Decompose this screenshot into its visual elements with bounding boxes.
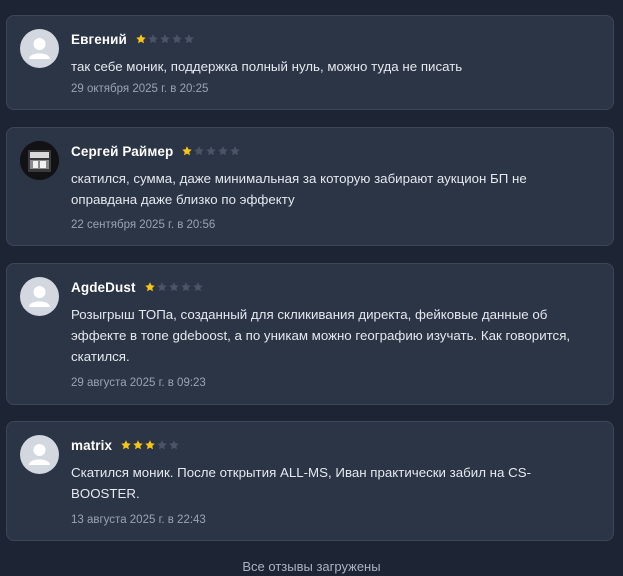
star-empty-icon <box>156 281 168 293</box>
review-card: Евгений так себе моник, поддержка полный… <box>6 15 614 110</box>
star-filled-icon <box>132 439 144 451</box>
star-empty-icon <box>193 145 205 157</box>
star-empty-icon <box>205 145 217 157</box>
all-reviews-loaded-label: Все отзывы загружены <box>242 559 381 574</box>
star-empty-icon <box>168 439 180 451</box>
star-empty-icon <box>168 281 180 293</box>
star-empty-icon <box>159 33 171 45</box>
review-author: Сергей Раймер <box>71 143 174 159</box>
avatar <box>20 29 59 68</box>
review-text: так себе моник, поддержка полный нуль, м… <box>71 59 463 74</box>
rating-stars <box>120 439 180 451</box>
review-date: 22 сентября 2025 г. в 20:56 <box>71 219 216 231</box>
review-card: matrix Скатился моник. После открытия AL… <box>6 421 614 541</box>
review-text: Скатился моник. После открытия ALL-MS, И… <box>71 465 532 501</box>
star-filled-icon <box>144 281 156 293</box>
reviews-list: Евгений так себе моник, поддержка полный… <box>0 0 623 576</box>
user-icon <box>29 286 50 307</box>
review-card: AgdeDust Розыгрыш ТОПа, созданный для ск… <box>6 263 614 405</box>
star-empty-icon <box>180 281 192 293</box>
star-empty-icon <box>156 439 168 451</box>
rating-stars <box>135 33 195 45</box>
review-text: скатился, сумма, даже минимальная за кот… <box>71 171 527 207</box>
rating-stars <box>181 145 241 157</box>
review-author: Евгений <box>71 31 127 47</box>
review-card: Сергей Раймер скатился, сумма, даже мини… <box>6 127 614 246</box>
star-filled-icon <box>181 145 193 157</box>
avatar <box>20 277 59 316</box>
star-empty-icon <box>171 33 183 45</box>
star-empty-icon <box>147 33 159 45</box>
star-empty-icon <box>229 145 241 157</box>
star-empty-icon <box>192 281 204 293</box>
user-icon <box>29 38 50 59</box>
review-date: 29 августа 2025 г. в 09:23 <box>71 377 206 389</box>
star-empty-icon <box>217 145 229 157</box>
review-date: 13 августа 2025 г. в 22:43 <box>71 514 206 526</box>
user-icon <box>29 444 50 465</box>
star-filled-icon <box>135 33 147 45</box>
review-author: AgdeDust <box>71 279 136 295</box>
star-filled-icon <box>144 439 156 451</box>
profile-photo-icon <box>20 141 59 180</box>
review-author: matrix <box>71 437 113 453</box>
avatar <box>20 141 59 180</box>
star-empty-icon <box>183 33 195 45</box>
rating-stars <box>144 281 204 293</box>
review-text: Розыгрыш ТОПа, созданный для скликивания… <box>71 307 571 364</box>
avatar <box>20 435 59 474</box>
review-date: 29 октября 2025 г. в 20:25 <box>71 83 209 95</box>
star-filled-icon <box>120 439 132 451</box>
